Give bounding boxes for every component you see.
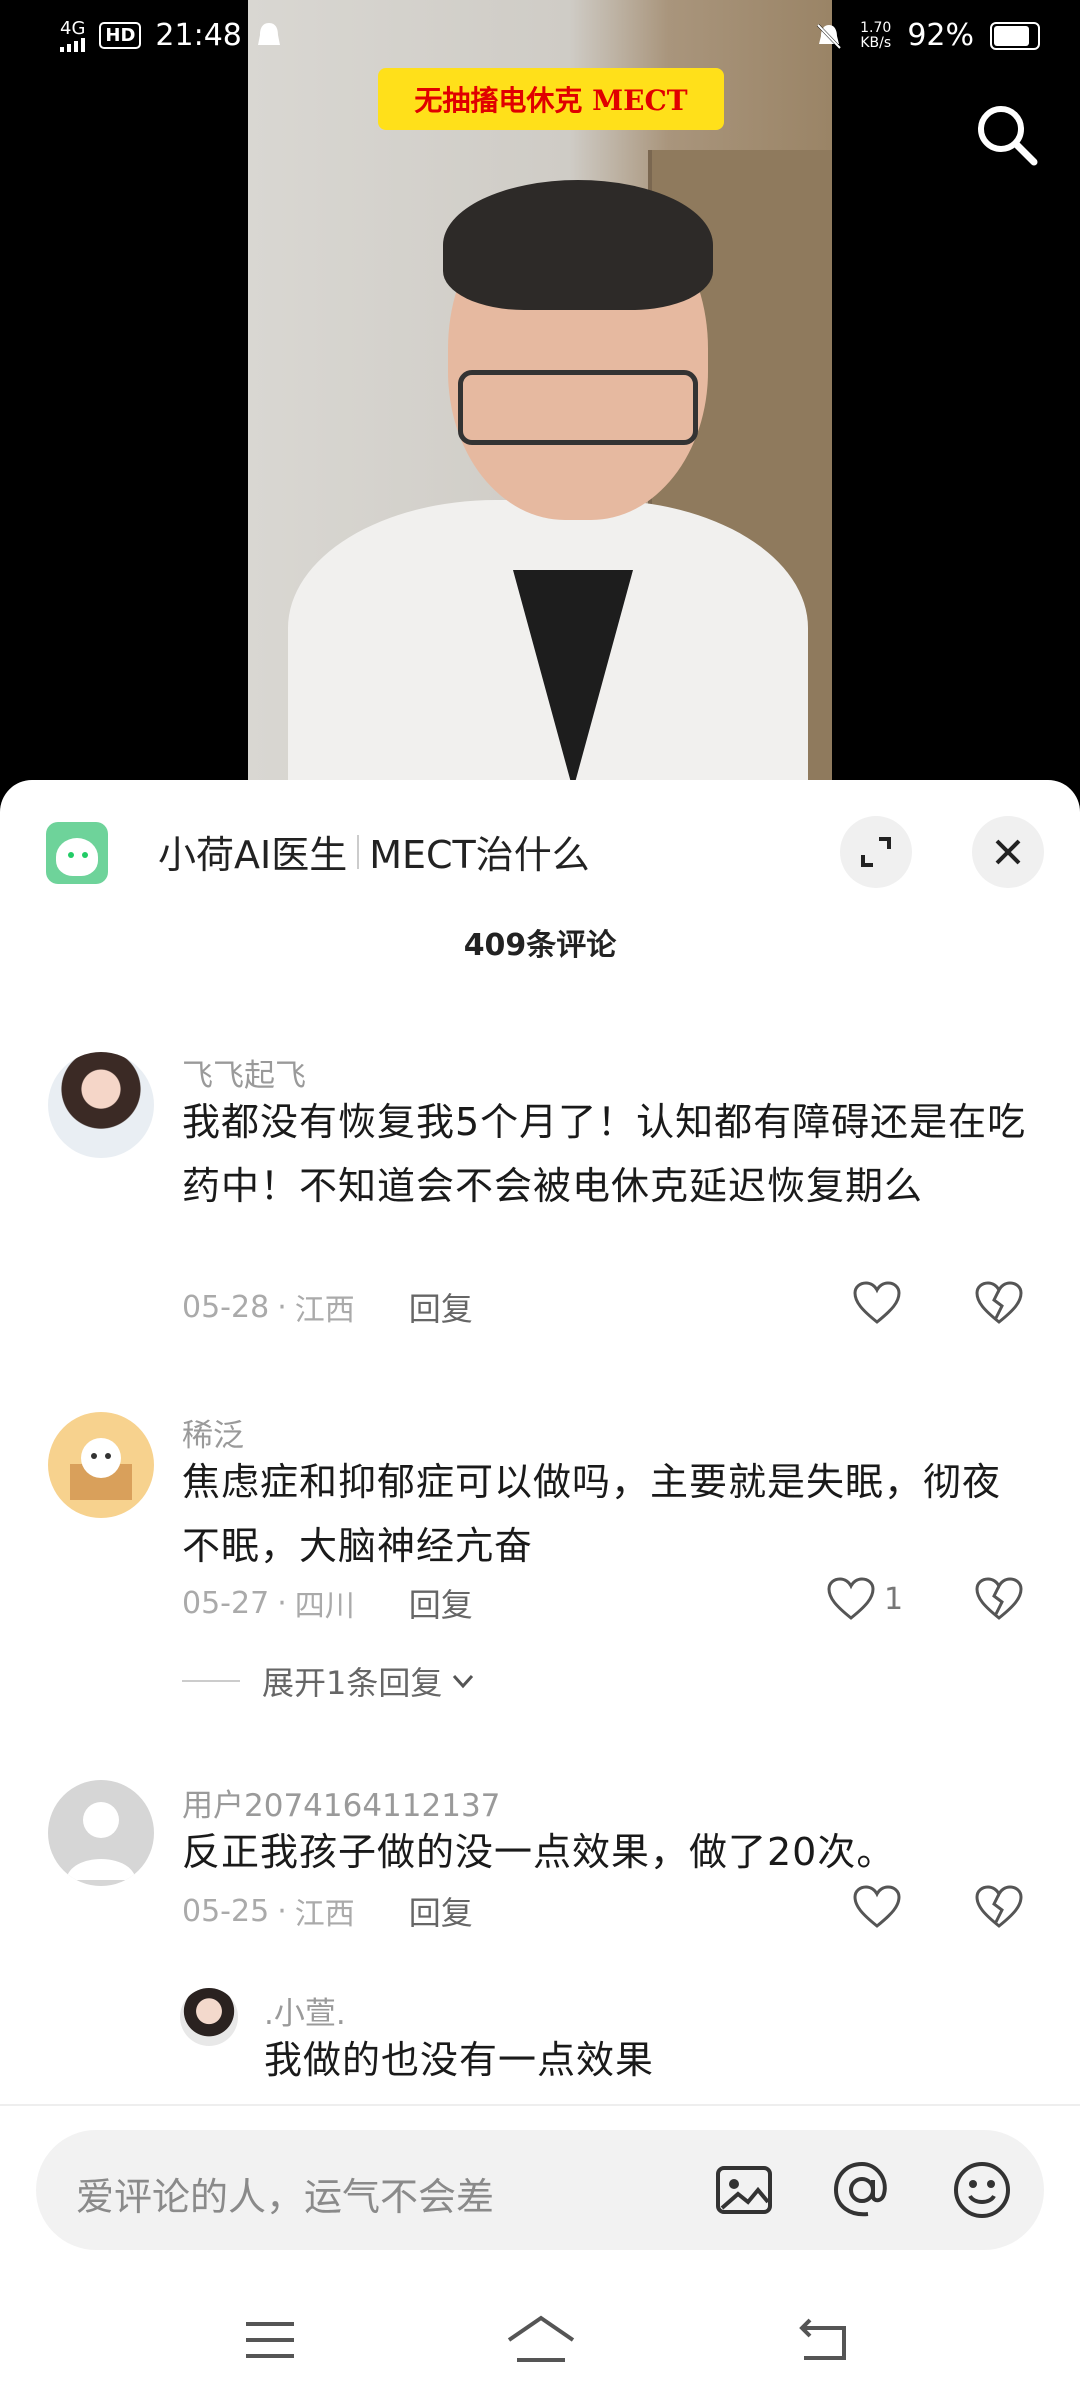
cat-box-icon: [70, 1438, 132, 1500]
close-icon: [995, 839, 1021, 865]
close-button[interactable]: [972, 816, 1044, 888]
search-icon[interactable]: [972, 100, 1042, 170]
at-mention-icon[interactable]: [830, 2158, 894, 2222]
account-name[interactable]: 小荷AI医生: [158, 824, 347, 879]
comment-meta: 05-25 · 江西 回复: [182, 1888, 473, 1934]
comment-text[interactable]: 反正我孩子做的没一点效果，做了20次。: [182, 1820, 1032, 1884]
avatar[interactable]: [180, 1988, 238, 2046]
sheet-title[interactable]: 小荷AI医生 MECT治什么: [158, 824, 590, 879]
signal-icon: 4G: [60, 17, 86, 52]
system-nav-bar: [0, 2270, 1080, 2400]
comment-date: 05-25: [182, 1893, 270, 1929]
broken-heart-icon[interactable]: [974, 1280, 1024, 1326]
battery-percent: 92%: [907, 18, 974, 53]
expand-icon: [861, 837, 891, 867]
emoji-icon[interactable]: [950, 2158, 1014, 2222]
comment-location: 四川: [294, 1589, 355, 1624]
avatar[interactable]: [48, 1052, 154, 1158]
broken-heart-icon[interactable]: [974, 1884, 1024, 1930]
expand-divider: [182, 1680, 240, 1682]
sheet-header: 小荷AI医生 MECT治什么: [0, 780, 1080, 910]
chevron-down-icon: [453, 1674, 474, 1689]
like-button[interactable]: [852, 1280, 910, 1326]
comment-location: 江西: [294, 1293, 355, 1328]
comment-input[interactable]: 爱评论的人，运气不会差: [36, 2130, 1044, 2250]
broken-heart-icon[interactable]: [974, 1576, 1024, 1622]
comment-text[interactable]: 我都没有恢复我5个月了！认知都有障碍还是在吃药中！不知道会不会被电休克延迟恢复期…: [182, 1090, 1032, 1218]
heart-icon: [853, 1885, 901, 1928]
doctor-hair: [443, 180, 713, 310]
default-user-icon: [66, 1802, 136, 1880]
like-button[interactable]: 1: [826, 1576, 903, 1622]
status-bar: 4G HD 21:48 1.70 KB/s 92%: [0, 0, 1080, 80]
menu-icon[interactable]: [240, 2310, 300, 2370]
home-icon[interactable]: [505, 2310, 577, 2370]
title-divider: [357, 834, 360, 869]
comment-date: 05-27: [182, 1585, 270, 1621]
comment-date: 05-28: [182, 1289, 270, 1325]
expand-replies-label: 展开1条回复: [262, 1664, 443, 1702]
expand-replies-button[interactable]: 展开1条回复: [182, 1658, 478, 1704]
image-icon[interactable]: [712, 2158, 776, 2222]
back-icon[interactable]: [794, 2310, 854, 2370]
input-divider: [0, 2104, 1080, 2106]
video-player[interactable]: 无抽搐电休克 MECT: [0, 0, 1080, 790]
comment-username[interactable]: 飞飞起飞: [182, 1050, 306, 1095]
mute-icon: [817, 23, 842, 49]
like-button[interactable]: [852, 1884, 910, 1930]
expand-button[interactable]: [840, 816, 912, 888]
comment-count: 409条评论: [463, 928, 617, 963]
reply-button[interactable]: 回复: [409, 1580, 473, 1626]
hd-badge: HD: [99, 22, 142, 49]
like-count: 1: [884, 1581, 904, 1617]
network-speed: 1.70 KB/s: [860, 19, 892, 51]
clock: 21:48: [155, 18, 242, 53]
reply-button[interactable]: 回复: [409, 1284, 473, 1330]
comment-input-placeholder: 爱评论的人，运气不会差: [76, 2175, 495, 2219]
heart-icon: [827, 1577, 875, 1620]
network-type: 4G: [60, 17, 86, 39]
comment-location: 江西: [294, 1897, 355, 1932]
battery-icon: [990, 21, 1040, 50]
avatar[interactable]: [48, 1412, 154, 1518]
heart-icon: [853, 1281, 901, 1324]
reply-text[interactable]: 我做的也没有一点效果: [264, 2028, 1024, 2092]
comment-meta: 05-28 · 江西 回复: [182, 1284, 473, 1330]
comment-username[interactable]: 用户2074164112137: [182, 1780, 500, 1825]
avatar[interactable]: [48, 1780, 154, 1886]
doctor-glasses: [458, 370, 698, 445]
reply-username[interactable]: .小萱.: [264, 1988, 346, 2033]
comment-text[interactable]: 焦虑症和抑郁症可以做吗，主要就是失眠，彻夜不眠，大脑神经亢奋: [182, 1450, 1032, 1578]
reply-button[interactable]: 回复: [409, 1888, 473, 1934]
video-title: MECT治什么: [369, 833, 590, 877]
xiaohe-logo-icon: [46, 822, 108, 884]
comment-username[interactable]: 稀泛: [182, 1410, 244, 1455]
notification-icon: [257, 22, 280, 45]
comment-meta: 05-27 · 四川 回复: [182, 1580, 473, 1626]
